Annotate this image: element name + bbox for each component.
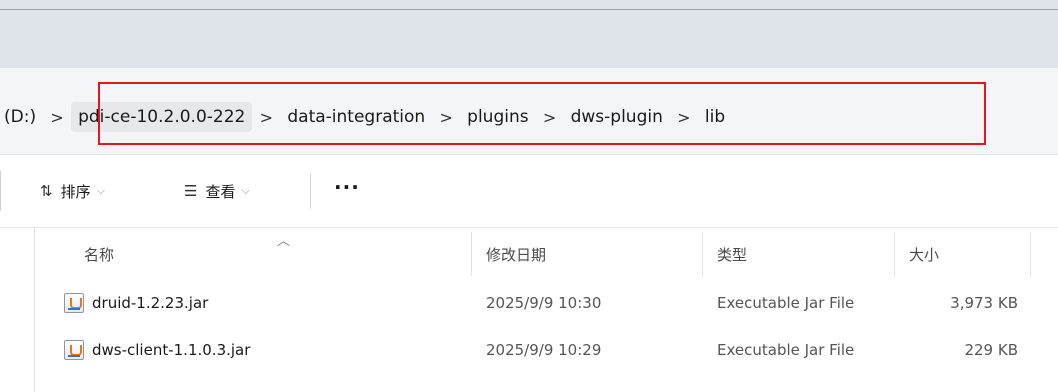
breadcrumb-separator-icon[interactable]: > <box>670 108 698 127</box>
column-header-size[interactable]: 大小 <box>909 228 939 280</box>
file-name-cell: dws-client-1.1.0.3.jar <box>64 330 250 370</box>
file-name: dws-client-1.1.0.3.jar <box>92 341 251 359</box>
column-separator[interactable] <box>702 232 703 276</box>
file-date: 2025/9/9 10:30 <box>486 294 602 312</box>
breadcrumb-pdi-ce[interactable]: pdi-ce-10.2.0.0-222 <box>71 102 253 132</box>
breadcrumb-plugins[interactable]: plugins <box>460 102 535 132</box>
file-type: Executable Jar File <box>717 341 855 359</box>
sort-arrows-icon: ⇅ <box>40 182 53 200</box>
column-separator[interactable] <box>894 232 895 276</box>
breadcrumb-separator-icon[interactable]: > <box>252 108 280 127</box>
command-bar-divider <box>0 171 1 211</box>
breadcrumb-separator-icon[interactable]: > <box>43 108 71 127</box>
command-bar: ⇅ 排序 ⌵ ☰ 查看 ⌵ ··· <box>0 155 1058 228</box>
sort-ascending-icon: ︿ <box>277 234 291 249</box>
breadcrumb-separator-icon[interactable]: > <box>432 108 460 127</box>
sort-label: 排序 <box>60 182 91 201</box>
breadcrumb-dws-plugin[interactable]: dws-plugin <box>564 102 670 132</box>
breadcrumb-data-integration[interactable]: data-integration <box>280 102 432 132</box>
sort-button[interactable]: ⇅ 排序 ⌵ <box>40 177 105 205</box>
column-header-date[interactable]: 修改日期 <box>486 228 546 280</box>
window-top-edge <box>0 9 1058 10</box>
breadcrumb-separator-icon[interactable]: > <box>536 108 564 127</box>
column-separator[interactable] <box>1030 232 1031 276</box>
view-lines-icon: ☰ <box>184 182 198 200</box>
column-separator[interactable] <box>471 232 472 276</box>
view-button[interactable]: ☰ 查看 ⌵ <box>184 177 250 205</box>
file-size: 229 KB <box>964 341 1018 359</box>
column-header-type[interactable]: 类型 <box>717 228 747 280</box>
file-name: druid-1.2.23.jar <box>92 294 209 312</box>
file-date: 2025/9/9 10:29 <box>486 341 602 359</box>
pane-divider <box>34 228 35 392</box>
jar-file-icon <box>64 293 84 313</box>
file-name-cell: druid-1.2.23.jar <box>64 283 208 323</box>
file-row[interactable]: druid-1.2.23.jar 2025/9/9 10:30 Executab… <box>36 283 1036 323</box>
file-size: 3,973 KB <box>950 294 1018 312</box>
jar-file-icon <box>64 340 84 360</box>
breadcrumb-drive-d[interactable]: (D:) <box>0 102 43 132</box>
breadcrumb: (D:) > pdi-ce-10.2.0.0-222 > data-integr… <box>0 98 732 136</box>
chevron-down-icon: ⌵ <box>241 184 250 197</box>
column-header: ︿ 名称 修改日期 类型 大小 <box>36 228 1036 280</box>
more-options-button[interactable]: ··· <box>334 175 360 199</box>
chevron-down-icon: ⌵ <box>96 184 105 197</box>
title-bar <box>0 0 1058 68</box>
view-label: 查看 <box>205 182 236 201</box>
column-header-name[interactable]: 名称 <box>84 228 114 280</box>
command-bar-divider <box>310 173 311 209</box>
breadcrumb-lib[interactable]: lib <box>698 102 732 132</box>
file-row[interactable]: dws-client-1.1.0.3.jar 2025/9/9 10:29 Ex… <box>36 330 1036 370</box>
file-type: Executable Jar File <box>717 294 855 312</box>
